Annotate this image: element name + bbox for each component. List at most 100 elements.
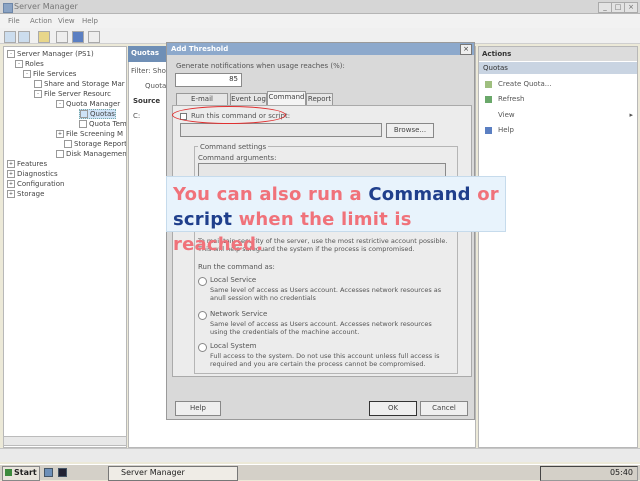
menu-file[interactable]: File (8, 17, 20, 25)
tree-item-storage-reports[interactable]: Storage Report (64, 140, 126, 148)
collapse-icon[interactable]: - (23, 70, 31, 78)
help-icon (485, 126, 492, 134)
action-help[interactable]: Help (485, 126, 514, 134)
tutorial-callout: You can also run a Command or script when… (166, 176, 506, 255)
expand-icon[interactable]: + (7, 180, 15, 188)
up-folder-icon[interactable] (38, 31, 50, 43)
windows-logo-icon (5, 469, 12, 476)
help-button[interactable]: Help (175, 401, 221, 416)
command-path-input[interactable] (180, 123, 382, 137)
highlight-circle (172, 106, 286, 124)
collapse-icon[interactable]: - (15, 60, 23, 68)
results-row-c-drive[interactable]: C: (133, 112, 140, 120)
view-icon (485, 112, 492, 119)
disk-icon (56, 150, 64, 158)
cancel-button[interactable]: Cancel (420, 401, 468, 416)
show-hide-tree-icon[interactable] (56, 31, 68, 43)
tab-command[interactable]: Command (267, 91, 306, 105)
menu-bar: File Action View Help (0, 14, 640, 28)
usage-label: Generate notifications when usage reache… (176, 62, 345, 70)
tree-item-server-manager[interactable]: - Server Manager (PS1) (7, 50, 94, 58)
quotas-icon (80, 110, 88, 118)
tree-item-disk-management[interactable]: Disk Management (56, 150, 126, 158)
dialog-title: Add Threshold (167, 43, 474, 55)
quick-launch-console-icon[interactable] (58, 468, 67, 477)
local-service-label: Local Service (210, 276, 257, 284)
taskbar-server-manager[interactable]: Server Manager (108, 466, 238, 481)
callout-text: You can also run a Command or script when… (173, 184, 499, 255)
source-column-header[interactable]: Source (133, 97, 160, 105)
tree-item-fsrm[interactable]: - File Server Resourc (34, 90, 111, 98)
tree-item-diagnostics[interactable]: + Diagnostics (7, 170, 58, 178)
browse-button[interactable]: Browse... (386, 123, 434, 138)
results-row-quota[interactable]: Quota (145, 82, 166, 90)
network-service-label: Network Service (210, 310, 268, 318)
title-bar: Server Manager _ □ × (0, 0, 640, 14)
expand-icon[interactable]: + (7, 170, 15, 178)
console-icon[interactable] (88, 31, 100, 43)
action-refresh[interactable]: Refresh (485, 95, 524, 103)
ok-button[interactable]: OK (369, 401, 417, 416)
action-view[interactable]: View ▸ (485, 111, 633, 119)
tree-item-quota-templates[interactable]: Quota Tem (79, 120, 126, 128)
local-system-radio[interactable] (198, 343, 207, 352)
refresh-icon (485, 95, 492, 103)
command-settings-label: Command settings (198, 143, 269, 151)
dialog-close-button[interactable]: × (460, 44, 472, 55)
report-icon (64, 140, 72, 148)
forward-icon[interactable] (18, 31, 30, 43)
tree-item-storage[interactable]: + Storage (7, 190, 44, 198)
tab-report[interactable]: Report (306, 93, 333, 105)
tree-item-file-services[interactable]: - File Services (23, 70, 76, 78)
back-icon[interactable] (4, 31, 16, 43)
collapse-icon[interactable]: - (56, 100, 64, 108)
help-icon[interactable] (72, 31, 84, 43)
tree-horizontal-scrollbar[interactable] (3, 436, 127, 446)
tree-item-quota-manager[interactable]: - Quota Manager (56, 100, 120, 108)
expand-icon[interactable]: + (7, 160, 15, 168)
quick-launch-server-icon[interactable] (44, 468, 53, 477)
start-button[interactable]: Start (2, 466, 40, 481)
maximize-button[interactable]: □ (611, 2, 625, 13)
network-service-desc: Same level of access as Users account. A… (210, 320, 432, 336)
network-service-radio[interactable] (198, 311, 207, 320)
console-tree: - Server Manager (PS1) - Roles - File Servi… (3, 46, 127, 448)
tree-item-share-storage[interactable]: Share and Storage Mar (34, 80, 125, 88)
local-system-label: Local System (210, 342, 257, 350)
tree-item-configuration[interactable]: + Configuration (7, 180, 64, 188)
collapse-icon[interactable]: - (34, 90, 42, 98)
system-tray-clock: 05:40 (540, 466, 638, 481)
menu-help[interactable]: Help (82, 17, 98, 25)
command-arguments-input[interactable] (198, 163, 446, 177)
menu-view[interactable]: View (58, 17, 75, 25)
local-service-radio[interactable] (198, 277, 207, 286)
expand-icon[interactable]: + (7, 190, 15, 198)
tree-item-quotas[interactable]: Quotas (79, 109, 116, 119)
close-button[interactable]: × (624, 2, 638, 13)
action-create-quota[interactable]: Create Quota... (485, 80, 551, 88)
window-title: Server Manager (14, 2, 78, 11)
taskbar: Start Server Manager 05:40 (0, 464, 640, 481)
tree-node-icon (34, 80, 42, 88)
tree-item-features[interactable]: + Features (7, 160, 47, 168)
menu-action[interactable]: Action (30, 17, 52, 25)
expand-icon[interactable]: + (56, 130, 64, 138)
status-bar (0, 448, 640, 462)
tab-event-log[interactable]: Event Log (230, 93, 267, 105)
server-manager-icon (3, 3, 13, 13)
tree-item-file-screening[interactable]: + File Screening M (56, 130, 123, 138)
results-header: Quotas (128, 46, 168, 62)
run-as-label: Run the command as: (198, 263, 275, 271)
actions-header: Actions (479, 47, 637, 61)
template-icon (79, 120, 87, 128)
minimize-button[interactable]: _ (598, 2, 612, 13)
usage-percent-input[interactable]: 85 (175, 73, 242, 87)
local-service-desc: Same level of access as Users account. A… (210, 286, 442, 302)
local-system-desc: Full access to the system. Do not use th… (210, 352, 440, 368)
tree-item-roles[interactable]: - Roles (15, 60, 44, 68)
actions-subheader[interactable]: Quotas (479, 62, 637, 74)
command-arguments-label: Command arguments: (198, 154, 277, 162)
tab-email-message[interactable]: E-mail Message (176, 93, 228, 113)
submenu-arrow-icon: ▸ (629, 111, 633, 119)
collapse-icon[interactable]: - (7, 50, 15, 58)
